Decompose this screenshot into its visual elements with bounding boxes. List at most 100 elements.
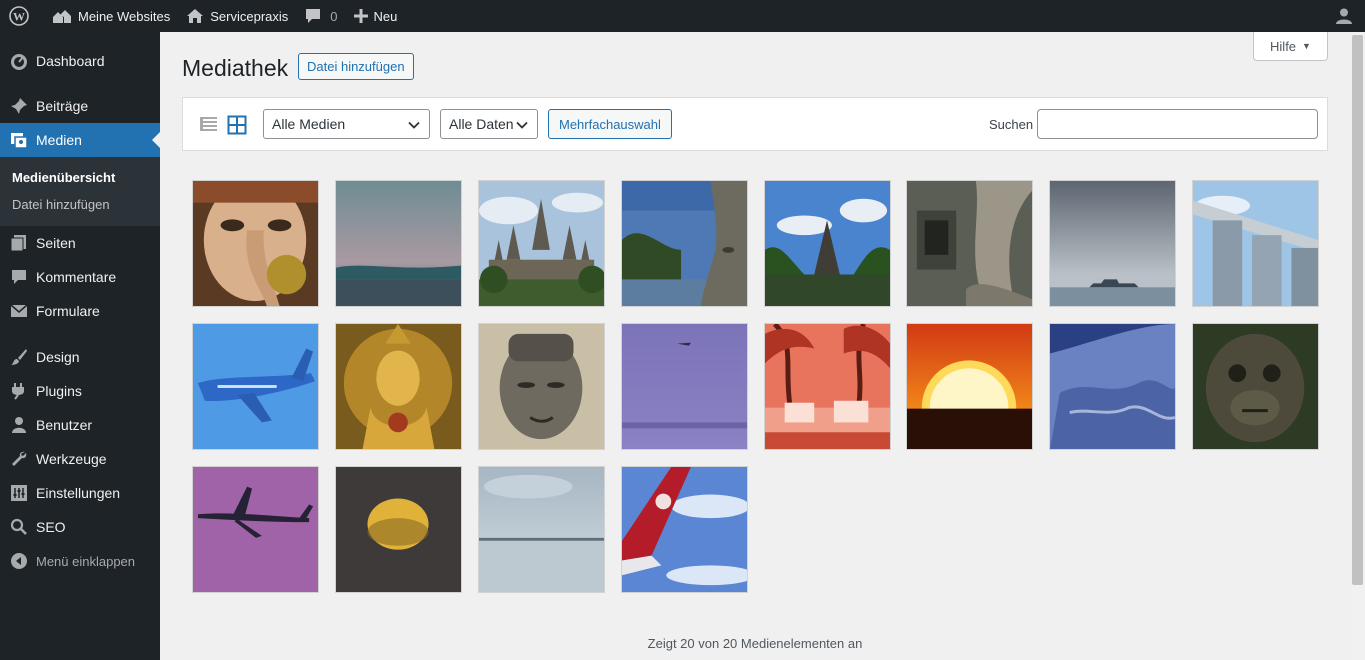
media-count-text: Zeigt 20 von 20 Medienelementen an: [647, 636, 863, 651]
submenu-media-library[interactable]: Medienübersicht: [0, 164, 160, 191]
search-input[interactable]: [1037, 109, 1318, 139]
media-item[interactable]: [906, 323, 1033, 450]
angkor-wat-thumbnail: [479, 181, 604, 306]
sidebar-item-tools[interactable]: Werkzeuge: [0, 442, 160, 476]
red-palms-beach-thumbnail: [765, 324, 890, 449]
media-item[interactable]: [478, 323, 605, 450]
sidebar-item-design[interactable]: Design: [0, 340, 160, 374]
my-sites-label: Meine Websites: [78, 8, 171, 24]
earth-from-space-thumbnail: [1050, 324, 1175, 449]
new-content-menu[interactable]: Neu: [346, 0, 406, 32]
marina-bay-sands-thumbnail: [1193, 181, 1318, 306]
media-item[interactable]: [335, 466, 462, 593]
submenu-add-file[interactable]: Datei hinzufügen: [0, 191, 160, 218]
media-item[interactable]: [621, 323, 748, 450]
monkey-statue-thumbnail: [1193, 324, 1318, 449]
add-file-button[interactable]: Datei hinzufügen: [298, 53, 414, 80]
search-icon: [9, 517, 29, 537]
plugin-icon: [9, 381, 29, 401]
media-type-value: Alle Medien: [272, 116, 346, 132]
sidebar-item-label: Design: [36, 349, 80, 365]
sidebar-item-label: Benutzer: [36, 417, 93, 433]
wrench-icon: [9, 449, 29, 469]
sidebar-item-forms[interactable]: Formulare: [0, 294, 160, 328]
media-item[interactable]: [478, 180, 605, 307]
calm-lake-thumbnail: [479, 467, 604, 592]
mail-icon: [9, 301, 29, 321]
search-label: Suchen: [989, 117, 1034, 132]
scrollbar-thumb[interactable]: [1352, 35, 1363, 585]
collapse-menu-button[interactable]: Menü einklappen: [0, 544, 160, 578]
stone-face-river-thumbnail: [622, 181, 747, 306]
list-view-icon[interactable]: [199, 115, 219, 135]
media-item[interactable]: [192, 323, 319, 450]
temple-palms-thumbnail: [765, 181, 890, 306]
page-scrollbar[interactable]: [1350, 32, 1365, 660]
sidebar-item-dashboard[interactable]: Dashboard: [0, 44, 160, 78]
comments-count: 0: [330, 8, 338, 24]
collapse-menu-label: Menü einklappen: [36, 553, 136, 569]
user-account-menu[interactable]: [1327, 0, 1365, 32]
sites-icon: [53, 10, 71, 23]
media-item[interactable]: [906, 180, 1033, 307]
wordpress-logo-icon[interactable]: W: [0, 0, 44, 32]
home-icon: [187, 9, 204, 23]
brush-icon: [9, 347, 29, 367]
media-item[interactable]: [335, 180, 462, 307]
pages-icon: [9, 233, 29, 253]
orange-sunset-thumbnail: [907, 324, 1032, 449]
sidebar-item-label: Medien: [36, 132, 82, 148]
comment-icon: [9, 267, 29, 287]
help-button[interactable]: Hilfe ▼: [1253, 32, 1328, 61]
grid-view-icon[interactable]: [227, 115, 247, 135]
airplane-blue-sky-thumbnail: [193, 324, 318, 449]
sidebar-item-media[interactable]: Medien: [0, 123, 160, 157]
comment-icon: [306, 9, 321, 23]
my-sites-menu[interactable]: Meine Websites: [44, 0, 178, 32]
sidebar-item-seo[interactable]: SEO: [0, 510, 160, 544]
sidebar-item-label: Werkzeuge: [36, 451, 107, 467]
media-icon: [9, 130, 29, 150]
chevron-down-icon: [516, 121, 528, 129]
bulk-select-button[interactable]: Mehrfachauswahl: [548, 109, 672, 139]
sidebar-item-plugins[interactable]: Plugins: [0, 374, 160, 408]
caret-down-icon: ▼: [1302, 41, 1311, 51]
admin-sidebar: Dashboard Beiträge Medien Medienübersich…: [0, 32, 160, 660]
sidebar-item-label: Einstellungen: [36, 485, 121, 501]
plus-icon: [353, 9, 368, 23]
sidebar-item-label: Kommentare: [36, 269, 117, 285]
media-item[interactable]: [478, 466, 605, 593]
media-item[interactable]: [1192, 180, 1319, 307]
sidebar-item-pages[interactable]: Seiten: [0, 226, 160, 260]
ruins-tree-thumbnail: [907, 181, 1032, 306]
media-item[interactable]: [621, 180, 748, 307]
date-filter[interactable]: Alle Daten: [440, 109, 538, 139]
media-item[interactable]: [192, 180, 319, 307]
media-item[interactable]: [764, 323, 891, 450]
page-title: Mediathek: [182, 55, 289, 81]
sidebar-item-users[interactable]: Benutzer: [0, 408, 160, 442]
ganesha-statue-thumbnail: [193, 181, 318, 306]
media-item[interactable]: [335, 323, 462, 450]
plane-purple-sky-thumbnail: [193, 467, 318, 592]
media-type-filter[interactable]: Alle Medien: [263, 109, 430, 139]
media-item[interactable]: [192, 466, 319, 593]
sidebar-item-label: Seiten: [36, 235, 76, 251]
sidebar-item-label: Dashboard: [36, 53, 105, 69]
media-item[interactable]: [1049, 323, 1176, 450]
pin-icon: [9, 96, 29, 116]
comments-menu[interactable]: 0: [296, 0, 345, 32]
media-item[interactable]: [1049, 180, 1176, 307]
sidebar-item-posts[interactable]: Beiträge: [0, 89, 160, 123]
sidebar-item-settings[interactable]: Einstellungen: [0, 476, 160, 510]
media-item[interactable]: [764, 180, 891, 307]
svg-text:W: W: [13, 10, 25, 24]
media-item[interactable]: [1192, 323, 1319, 450]
sidebar-item-comments[interactable]: Kommentare: [0, 260, 160, 294]
site-name-menu[interactable]: Servicepraxis: [178, 0, 296, 32]
sidebar-item-label: Formulare: [36, 303, 100, 319]
sea-dusk-thumbnail: [336, 181, 461, 306]
help-label: Hilfe: [1270, 38, 1297, 54]
media-item[interactable]: [621, 466, 748, 593]
media-toolbar: Alle Medien Alle Daten Mehrfachauswahl S…: [182, 97, 1328, 151]
